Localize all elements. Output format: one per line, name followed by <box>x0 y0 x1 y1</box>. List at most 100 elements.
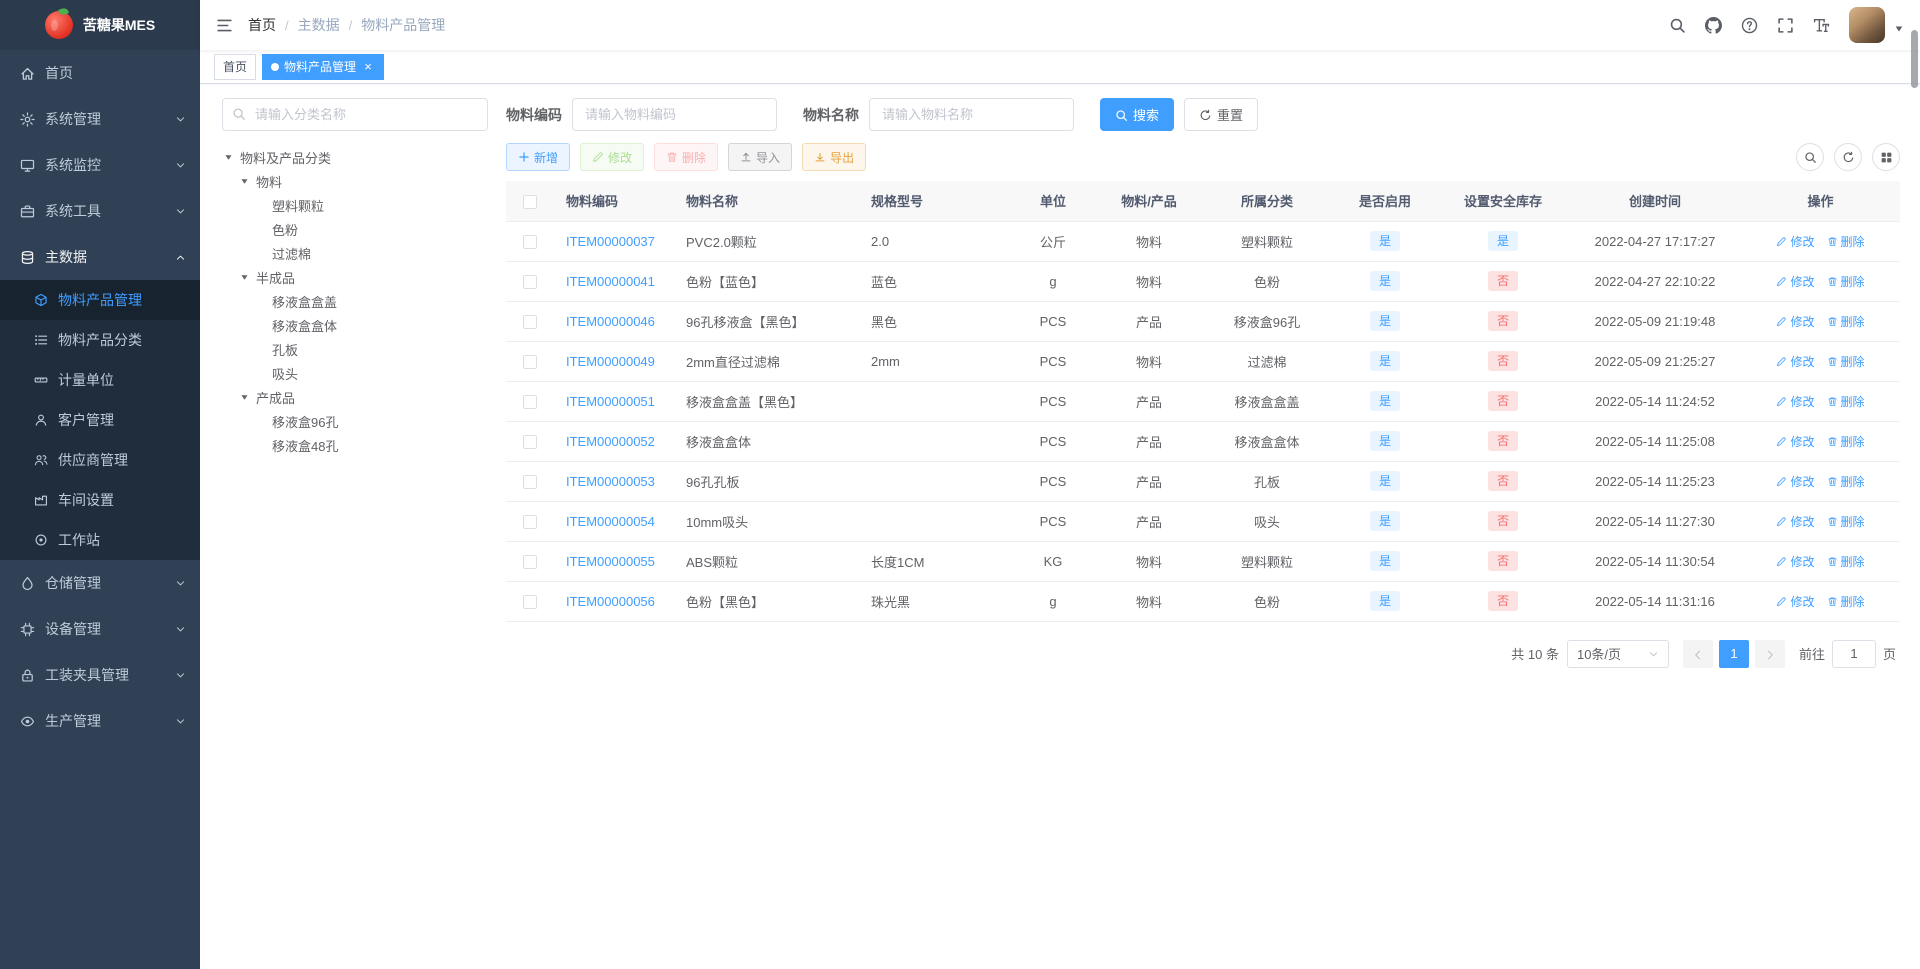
row-edit-button[interactable]: 修改 <box>1776 553 1815 570</box>
sidebar-subitem[interactable]: 物料产品分类 <box>0 320 200 360</box>
tree-node[interactable]: 半成品 <box>222 265 488 289</box>
enabled-badge[interactable]: 是 <box>1369 471 1400 491</box>
enabled-badge[interactable]: 是 <box>1369 231 1400 251</box>
breadcrumb-item[interactable]: 首页 <box>248 15 276 35</box>
tree-node[interactable]: 吸头 <box>222 361 488 385</box>
row-edit-button[interactable]: 修改 <box>1776 393 1815 410</box>
material-code-link[interactable]: ITEM00000049 <box>566 354 655 369</box>
goto-page-input[interactable] <box>1831 639 1876 668</box>
reset-button[interactable]: 重置 <box>1184 98 1259 131</box>
row-checkbox[interactable] <box>523 474 537 489</box>
row-delete-button[interactable]: 删除 <box>1827 473 1865 490</box>
material-code-link[interactable]: ITEM00000056 <box>566 594 655 609</box>
sidebar-subitem[interactable]: 车间设置 <box>0 480 200 520</box>
grid-tool-button[interactable] <box>1872 143 1900 171</box>
row-edit-button[interactable]: 修改 <box>1776 233 1815 250</box>
safety-stock-badge[interactable]: 是 <box>1487 231 1518 251</box>
tree-node[interactable]: 产成品 <box>222 385 488 409</box>
tree-node[interactable]: 移液盒48孔 <box>222 433 488 457</box>
scrollbar-thumb[interactable] <box>1911 30 1918 88</box>
material-code-link[interactable]: ITEM00000051 <box>566 394 655 409</box>
safety-stock-badge[interactable]: 否 <box>1487 431 1518 451</box>
row-checkbox[interactable] <box>523 554 537 569</box>
sidebar-subitem[interactable]: 物料产品管理 <box>0 280 200 320</box>
search-tool-button[interactable] <box>1796 143 1824 171</box>
nav-search-button[interactable] <box>1661 0 1693 50</box>
row-edit-button[interactable]: 修改 <box>1776 433 1815 450</box>
enabled-badge[interactable]: 是 <box>1369 391 1400 411</box>
row-delete-button[interactable]: 删除 <box>1827 233 1865 250</box>
material-code-link[interactable]: ITEM00000041 <box>566 274 655 289</box>
sidebar-subitem[interactable]: 供应商管理 <box>0 440 200 480</box>
material-code-link[interactable]: ITEM00000053 <box>566 474 655 489</box>
plus-action-button[interactable]: 新增 <box>506 143 571 171</box>
row-checkbox[interactable] <box>523 514 537 529</box>
enabled-badge[interactable]: 是 <box>1369 511 1400 531</box>
sidebar-subitem[interactable]: 计量单位 <box>0 360 200 400</box>
material-code-link[interactable]: ITEM00000054 <box>566 514 655 529</box>
sidebar-toggle-button[interactable] <box>200 0 248 50</box>
row-edit-button[interactable]: 修改 <box>1776 313 1815 330</box>
enabled-badge[interactable]: 是 <box>1369 311 1400 331</box>
safety-stock-badge[interactable]: 否 <box>1487 271 1518 291</box>
row-delete-button[interactable]: 删除 <box>1827 313 1865 330</box>
row-delete-button[interactable]: 删除 <box>1827 353 1865 370</box>
material-code-link[interactable]: ITEM00000052 <box>566 434 655 449</box>
tree-node[interactable]: 物料 <box>222 169 488 193</box>
sidebar-item[interactable]: 首页 <box>0 50 200 96</box>
tree-node[interactable]: 移液盒盒盖 <box>222 289 488 313</box>
tree-node[interactable]: 孔板 <box>222 337 488 361</box>
row-checkbox[interactable] <box>523 354 537 369</box>
safety-stock-badge[interactable]: 否 <box>1487 391 1518 411</box>
row-edit-button[interactable]: 修改 <box>1776 353 1815 370</box>
tree-node[interactable]: 物料及产品分类 <box>222 145 488 169</box>
tree-node[interactable]: 过滤棉 <box>222 241 488 265</box>
row-edit-button[interactable]: 修改 <box>1776 273 1815 290</box>
safety-stock-badge[interactable]: 否 <box>1487 511 1518 531</box>
material-code-link[interactable]: ITEM00000055 <box>566 554 655 569</box>
safety-stock-badge[interactable]: 否 <box>1487 311 1518 331</box>
safety-stock-badge[interactable]: 否 <box>1487 471 1518 491</box>
next-page-button[interactable] <box>1754 639 1785 668</box>
search-button[interactable]: 搜索 <box>1100 98 1175 131</box>
upload-action-button[interactable]: 导入 <box>728 143 793 171</box>
row-delete-button[interactable]: 删除 <box>1827 393 1865 410</box>
close-icon[interactable]: × <box>361 60 375 74</box>
sidebar-item[interactable]: 系统管理 <box>0 96 200 142</box>
enabled-badge[interactable]: 是 <box>1369 591 1400 611</box>
safety-stock-badge[interactable]: 否 <box>1487 591 1518 611</box>
tree-node[interactable]: 移液盒96孔 <box>222 409 488 433</box>
select-all-checkbox[interactable] <box>523 194 537 209</box>
row-checkbox[interactable] <box>523 314 537 329</box>
row-edit-button[interactable]: 修改 <box>1776 513 1815 530</box>
edit-action-button[interactable]: 修改 <box>580 143 645 171</box>
sidebar-item[interactable]: 系统监控 <box>0 142 200 188</box>
view-tab[interactable]: 首页 <box>214 53 257 80</box>
page-size-select[interactable]: 10条/页 <box>1566 639 1669 668</box>
sidebar-item[interactable]: 系统工具 <box>0 188 200 234</box>
material-name-input[interactable] <box>869 98 1074 131</box>
row-delete-button[interactable]: 删除 <box>1827 433 1865 450</box>
category-search-input[interactable] <box>222 98 488 131</box>
enabled-badge[interactable]: 是 <box>1369 351 1400 371</box>
sidebar-item[interactable]: 主数据 <box>0 234 200 280</box>
nav-font-size-button[interactable] <box>1805 0 1837 50</box>
material-code-link[interactable]: ITEM00000046 <box>566 314 655 329</box>
sidebar-item[interactable]: 设备管理 <box>0 606 200 652</box>
safety-stock-badge[interactable]: 否 <box>1487 351 1518 371</box>
view-tab[interactable]: 物料产品管理 × <box>262 53 385 80</box>
row-checkbox[interactable] <box>523 394 537 409</box>
avatar[interactable] <box>1849 7 1885 43</box>
sidebar-subitem[interactable]: 工作站 <box>0 520 200 560</box>
nav-github-button[interactable] <box>1697 0 1729 50</box>
row-edit-button[interactable]: 修改 <box>1776 593 1815 610</box>
sidebar-item[interactable]: 生产管理 <box>0 698 200 744</box>
row-checkbox[interactable] <box>523 274 537 289</box>
user-menu[interactable] <box>1849 7 1910 43</box>
tree-node[interactable]: 移液盒盒体 <box>222 313 488 337</box>
row-checkbox[interactable] <box>523 594 537 609</box>
refresh-tool-button[interactable] <box>1834 143 1862 171</box>
tree-node[interactable]: 色粉 <box>222 217 488 241</box>
row-delete-button[interactable]: 删除 <box>1827 513 1865 530</box>
enabled-badge[interactable]: 是 <box>1369 431 1400 451</box>
